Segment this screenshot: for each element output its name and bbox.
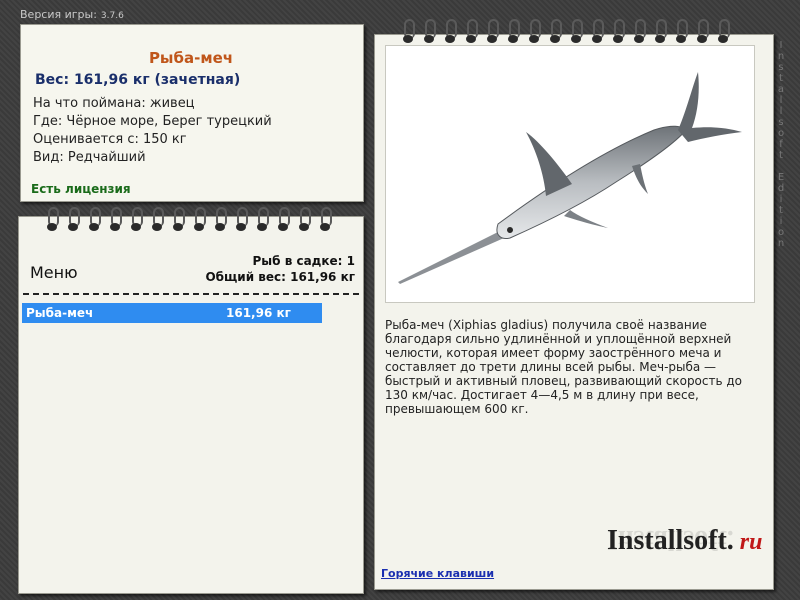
ring-icon xyxy=(234,207,248,231)
ring-icon xyxy=(45,207,59,231)
fish-title: Рыба-меч xyxy=(148,49,234,67)
fish-weight: Вес: 161,96 кг (зачетная) xyxy=(35,72,241,88)
ring-icon xyxy=(276,207,290,231)
fish-photo xyxy=(385,45,755,303)
fish-kind: Вид: Редчайший xyxy=(33,150,146,165)
fish-info-card: Рыба-меч Вес: 161,96 кг (зачетная) На чт… xyxy=(20,24,364,202)
caught-on: На что поймана: живец xyxy=(33,96,195,111)
hotkeys-link[interactable]: Горячие клавиши xyxy=(381,567,494,580)
ring-icon xyxy=(527,19,541,43)
catch-location: Где: Чёрное море, Берег турецкий xyxy=(33,114,272,129)
ring-icon xyxy=(674,19,688,43)
fish-count: Рыб в садке: 1 xyxy=(252,254,356,268)
ring-icon xyxy=(255,207,269,231)
ring-icon xyxy=(506,19,520,43)
logo-reflection: Installsoft. xyxy=(607,524,734,555)
version-number: 3.7.6 xyxy=(100,11,124,21)
ring-icon xyxy=(611,19,625,43)
ring-icon xyxy=(213,207,227,231)
ring-icon xyxy=(150,207,164,231)
ring-icon xyxy=(297,207,311,231)
description-notebook: Рыба-меч (Xiphias gladius) получила своё… xyxy=(374,19,774,590)
swordfish-image xyxy=(398,72,742,284)
ring-icon xyxy=(443,19,457,43)
ring-icon xyxy=(695,19,709,43)
ring-icon xyxy=(569,19,583,43)
ring-icon xyxy=(464,19,478,43)
list-item-weight: 161,96 кг xyxy=(226,306,291,320)
ring-icon xyxy=(171,207,185,231)
ring-icon xyxy=(401,19,415,43)
keepnet-stats: Рыб в садке: 1 Общий вес: 161,96 кг xyxy=(205,253,355,285)
fish-details: На что поймана: живец Где: Чёрное море, … xyxy=(33,95,272,167)
total-weight: Общий вес: 161,96 кг xyxy=(205,270,355,284)
ring-icon xyxy=(590,19,604,43)
ring-icon xyxy=(129,207,143,231)
game-frame: Версия игры: 3.7.6 Рыба-меч Вес: 161,96 к… xyxy=(0,0,800,600)
ring-icon xyxy=(192,207,206,231)
ring-icon xyxy=(485,19,499,43)
list-item-name: Рыба-меч xyxy=(26,306,94,320)
license-status: Есть лицензия xyxy=(31,182,131,196)
version-text: Версия игры: xyxy=(20,8,97,21)
valued-from: Оценивается с: 150 кг xyxy=(33,132,187,147)
menu-button[interactable]: Меню xyxy=(30,263,78,282)
edition-watermark: InstallsoftEdition xyxy=(777,40,785,249)
ring-icon xyxy=(548,19,562,43)
ring-icon xyxy=(716,19,730,43)
notebook-rings xyxy=(401,19,737,43)
ring-icon xyxy=(653,19,667,43)
notebook-rings xyxy=(45,207,339,231)
ring-icon xyxy=(632,19,646,43)
ring-icon xyxy=(318,207,332,231)
ring-icon xyxy=(66,207,80,231)
ring-icon xyxy=(87,207,101,231)
list-item[interactable]: Рыба-меч 161,96 кг xyxy=(22,303,322,323)
keepnet-notebook: Меню Рыб в садке: 1 Общий вес: 161,96 кг… xyxy=(18,207,364,594)
fish-description: Рыба-меч (Xiphias gladius) получила своё… xyxy=(385,318,743,416)
ring-icon xyxy=(108,207,122,231)
version-label: Версия игры: 3.7.6 xyxy=(20,8,124,21)
ring-icon xyxy=(422,19,436,43)
divider xyxy=(23,293,359,295)
